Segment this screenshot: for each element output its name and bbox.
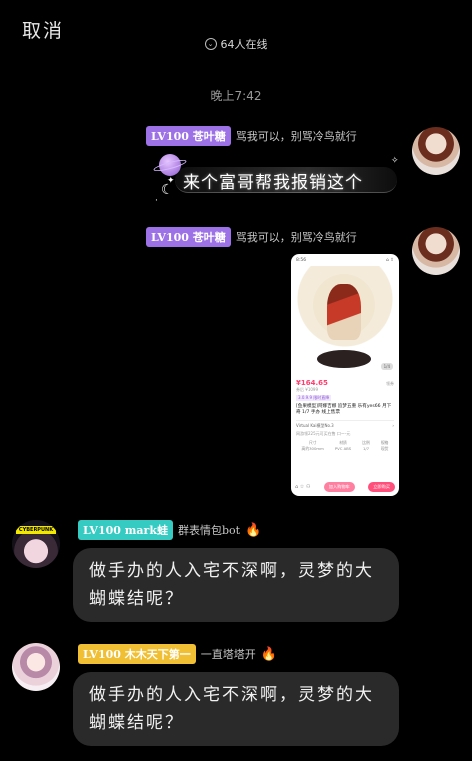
level-badge: LV100 木木天下第一 — [78, 644, 196, 664]
message-bubble[interactable]: 做手办的人入宅不深啊，灵梦的大蝴蝶结呢？ — [73, 548, 399, 622]
figure-image — [327, 284, 361, 340]
sparkle-icon: · — [155, 196, 158, 206]
product-price: ¥164.65 — [296, 379, 328, 387]
message-text: 做手办的人入宅不深啊，灵梦的大蝴蝶结呢？ — [89, 685, 374, 733]
share-icon: ⌂ ⇪ — [385, 257, 394, 263]
sparkle-icon: ✧ — [391, 156, 399, 166]
sender-name-row: LV100 木木天下第一 一直塔塔开 🔥 — [78, 644, 277, 664]
product-actions: ⌂ ☆ ⚇ 加入购物车 立即购买 — [295, 482, 395, 492]
shop-coupon-tag: 领券 — [386, 381, 394, 386]
member-title: 骂我可以，别骂冷鸟就行 — [235, 130, 357, 143]
member-title: 一直塔塔开 — [200, 648, 256, 661]
message-text: 来个富哥帮我报销这个 — [183, 173, 363, 193]
fire-icon: 🔥 — [245, 522, 262, 538]
promo-tag: 3.0.9.9 限时直降 — [296, 395, 332, 401]
sender-name-row: LV100 mark蛙 群表情包bot 🔥 — [78, 520, 261, 540]
product-sub-price: 券后 ¥1099 — [296, 387, 318, 392]
product-params: 尺寸 高约300mm 材质 PVC ABS 比例 1/7 规格 现货 — [301, 440, 389, 451]
level-badge: LV100 mark蛙 — [78, 520, 173, 540]
buy-now-button: 立即购买 — [368, 482, 395, 492]
level-badge: LV100 苍叶糖 — [146, 126, 231, 146]
shop-note: 网游领225元可买在售 口ー-元 — [296, 431, 351, 436]
avatar[interactable] — [12, 643, 60, 691]
member-title: 骂我可以，别骂冷鸟就行 — [235, 231, 357, 244]
message-timestamp: 晚上7:42 — [210, 89, 262, 103]
product-title: [鱼果模型]阿娜吉娜 追梦五重 乐有yes66 月下奇 1/7 手办 线上售票 — [296, 404, 392, 415]
message-bubble[interactable]: 做手办的人入宅不深啊，灵梦的大蝴蝶结呢？ — [73, 672, 399, 746]
fire-icon: 🔥 — [260, 646, 277, 662]
sender-name-row: LV100 苍叶糖 骂我可以，别骂冷鸟就行 — [146, 227, 357, 247]
message-bubble[interactable]: ☾ ✦ · ✧ 来个富哥帮我报销这个 — [152, 152, 401, 206]
shop-row: Virtual Kai模型No.3 › — [296, 420, 394, 431]
avatar[interactable] — [412, 127, 460, 175]
level-badge: LV100 苍叶糖 — [146, 227, 231, 247]
avatar[interactable]: CYBERPUNK — [12, 520, 60, 568]
chevron-down-circle-icon: ⌄ — [204, 38, 217, 50]
online-count[interactable]: ⌄ 64人在线 — [0, 36, 472, 52]
sparkle-icon: ✦ — [167, 176, 175, 186]
online-count-label: 64人在线 — [220, 38, 268, 51]
avatar[interactable] — [412, 227, 460, 275]
phone-status-bar: 8:56 ⌂ ⇪ — [296, 257, 394, 263]
member-title: 群表情包bot — [177, 524, 241, 537]
image-message[interactable]: 8:56 ⌂ ⇪ 1/4 ¥164.65 领券 券后 ¥1099 3.0.9.9… — [291, 254, 399, 496]
shop-cart-icons: ⌂ ☆ ⚇ — [295, 484, 311, 490]
avatar-logo: CYBERPUNK — [16, 526, 56, 534]
add-to-cart-button: 加入购物车 — [323, 482, 355, 492]
product-photo: 1/4 — [291, 266, 399, 376]
sender-name-row: LV100 苍叶糖 骂我可以，别骂冷鸟就行 — [146, 126, 357, 146]
message-text: 做手办的人入宅不深啊，灵梦的大蝴蝶结呢？ — [89, 561, 374, 609]
